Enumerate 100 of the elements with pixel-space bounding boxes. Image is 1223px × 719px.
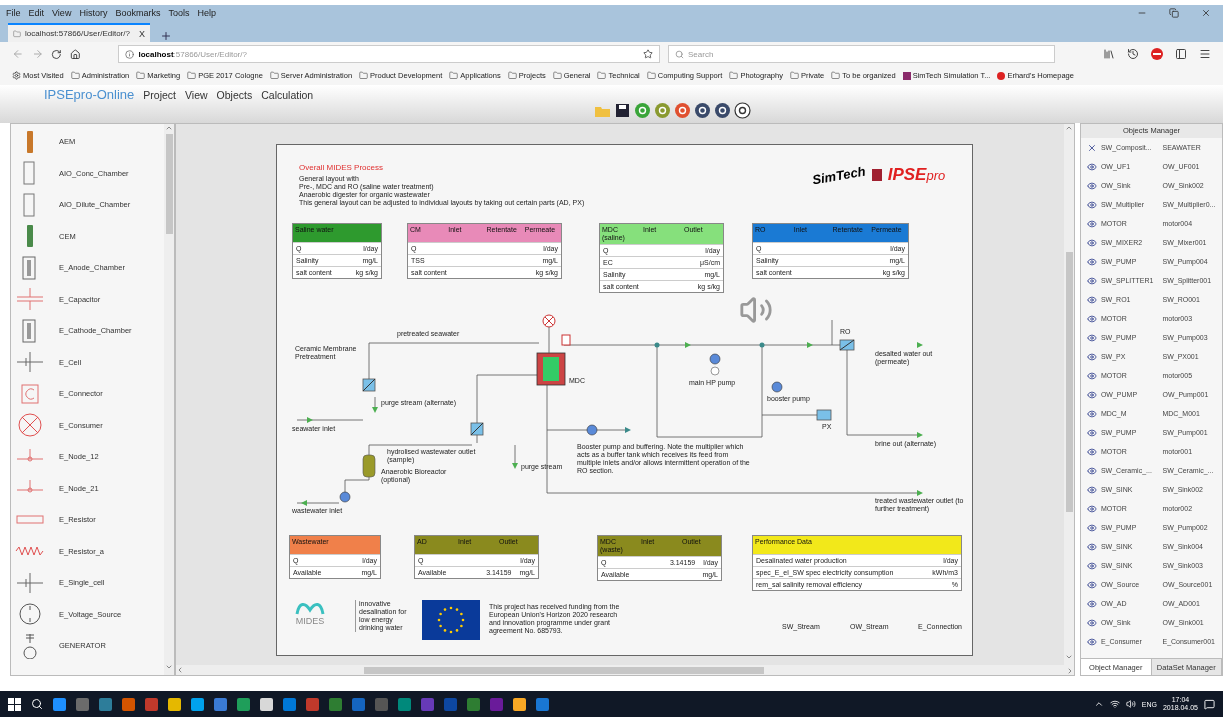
eye-icon — [1087, 218, 1097, 229]
network-icon[interactable] — [1109, 699, 1120, 709]
ipsepro-logo: IPSEpro — [887, 165, 946, 185]
menu-item[interactable]: Edit — [28, 8, 45, 18]
scroll-up-icon[interactable] — [1065, 124, 1073, 132]
eye-icon — [1087, 370, 1097, 381]
scrollbar[interactable] — [164, 124, 174, 675]
close-icon[interactable] — [1201, 8, 1211, 18]
search-placeholder: Search — [688, 49, 714, 59]
scroll-thumb[interactable] — [1065, 252, 1073, 512]
search-icon[interactable] — [31, 698, 43, 710]
scroll-right-icon[interactable] — [1066, 667, 1074, 675]
eye-icon — [1087, 503, 1097, 514]
folder-icon — [646, 71, 656, 80]
taskbar-app-icon[interactable] — [191, 697, 204, 711]
folder-icon — [269, 71, 279, 80]
taskbar-app-icon[interactable] — [168, 697, 181, 711]
cross-icon — [1087, 142, 1097, 153]
save-button[interactable] — [614, 102, 631, 119]
menu-item[interactable]: Bookmarks — [115, 8, 161, 18]
app-menu-item[interactable]: View — [185, 88, 208, 101]
scrollbar[interactable] — [1064, 124, 1074, 665]
scrollbar[interactable] — [176, 665, 1074, 675]
sidebar-icon[interactable] — [1175, 48, 1187, 60]
scroll-left-icon[interactable] — [176, 666, 184, 674]
eye-icon — [1087, 408, 1097, 419]
eye-icon — [1087, 275, 1097, 286]
eye-icon — [1087, 389, 1097, 400]
eye-icon — [1087, 161, 1097, 172]
menu-item[interactable]: File — [6, 8, 21, 18]
toolbar-button[interactable] — [734, 102, 751, 119]
menu-item[interactable]: Tools — [168, 8, 190, 18]
capacitor-icon — [15, 286, 45, 313]
taskbar-app-icon[interactable] — [53, 697, 66, 711]
eye-icon — [1087, 199, 1097, 210]
stop-icon[interactable] — [1151, 48, 1163, 60]
reload-icon[interactable] — [51, 48, 62, 60]
scroll-up-icon[interactable] — [165, 124, 173, 132]
eye-icon — [1087, 256, 1097, 267]
folder-icon — [449, 71, 459, 80]
volume-icon[interactable] — [1125, 699, 1136, 709]
eye-icon — [1087, 598, 1097, 609]
url-field[interactable]: localhost:57866/User/Editor/? — [118, 45, 660, 63]
eye-icon — [1087, 294, 1097, 305]
library-icon[interactable] — [1103, 48, 1115, 60]
scroll-down-icon[interactable] — [1065, 653, 1073, 661]
notification-icon[interactable] — [1204, 698, 1215, 710]
gear-icon — [12, 71, 21, 80]
folder-icon — [597, 71, 607, 80]
tray-caret-icon[interactable] — [1093, 699, 1104, 709]
eye-icon — [1087, 560, 1097, 571]
scroll-down-icon[interactable] — [165, 663, 173, 671]
new-tab-icon[interactable] — [160, 30, 172, 42]
eye-icon — [1087, 446, 1097, 457]
toolbar-button[interactable] — [694, 102, 711, 119]
folder-icon — [789, 71, 799, 80]
browser-tab[interactable]: localhost:57866/User/Editor/? X — [8, 23, 150, 42]
app-menu-item[interactable]: Calculation — [261, 88, 314, 101]
eye-icon — [1087, 541, 1097, 552]
eye-icon — [1087, 427, 1097, 438]
scroll-thumb[interactable] — [165, 134, 173, 234]
app-menu-item[interactable]: Project — [143, 88, 176, 101]
menu-icon[interactable] — [1199, 48, 1211, 60]
app-brand: IPSEpro-Online — [44, 87, 135, 102]
folder-icon — [552, 71, 562, 80]
menu-item[interactable]: Help — [197, 8, 216, 18]
eye-icon — [1087, 313, 1097, 324]
folder-icon — [359, 71, 369, 80]
tab-close[interactable]: X — [139, 28, 145, 39]
site-icon — [902, 71, 911, 80]
folder-icon — [729, 71, 739, 80]
app-menu-item[interactable]: Objects — [216, 88, 253, 101]
mides-logo-icon — [295, 600, 325, 616]
toolbar-button[interactable] — [714, 102, 731, 119]
eye-icon — [1087, 332, 1097, 343]
info-icon — [125, 49, 135, 59]
sheet-title: Overall MIDES Process — [299, 163, 384, 172]
folder-icon — [136, 71, 146, 80]
history-icon[interactable] — [1127, 48, 1139, 60]
eu-flag-icon — [422, 600, 480, 640]
resistor-icon — [15, 546, 45, 557]
eye-icon — [1087, 522, 1097, 533]
folder-icon — [507, 71, 517, 80]
eye-icon — [1087, 180, 1097, 191]
folder-icon — [831, 71, 841, 80]
mides-logo: MIDES — [295, 616, 325, 626]
eye-icon — [1087, 617, 1097, 628]
menu-item[interactable]: History — [79, 8, 108, 18]
restore-icon[interactable] — [1169, 8, 1179, 18]
taskbar-app-icon[interactable] — [513, 697, 526, 711]
taskbar-app-icon[interactable] — [237, 697, 250, 711]
star-icon[interactable] — [643, 49, 653, 59]
eye-icon — [1087, 579, 1097, 590]
menu-item[interactable]: View — [52, 8, 72, 18]
taskbar-app-icon[interactable] — [260, 697, 273, 711]
windows-start-icon[interactable] — [8, 697, 21, 711]
home-icon[interactable] — [69, 48, 81, 60]
simtech-logo: SimTech — [811, 162, 867, 188]
consumer-icon — [15, 412, 45, 439]
folder-icon — [187, 71, 197, 80]
